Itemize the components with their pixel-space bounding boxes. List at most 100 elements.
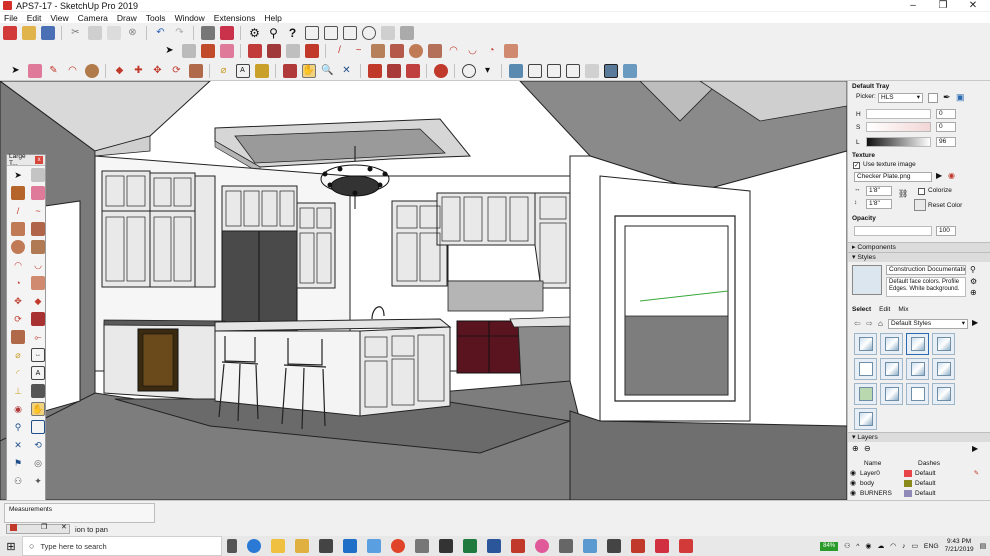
print-icon[interactable] bbox=[200, 25, 215, 40]
s-input[interactable]: 0 bbox=[936, 122, 956, 132]
style-swatch[interactable] bbox=[932, 383, 955, 405]
app-icon[interactable] bbox=[415, 539, 429, 553]
maximize-button[interactable]: ❐ bbox=[928, 0, 958, 11]
app-icon[interactable] bbox=[583, 539, 597, 553]
dimension-icon[interactable]: ↔ bbox=[31, 348, 45, 362]
warehouse-icon[interactable] bbox=[247, 44, 262, 58]
shapes-icon[interactable] bbox=[84, 63, 99, 78]
eraser-icon[interactable] bbox=[31, 186, 45, 200]
pan-icon[interactable]: ✋ bbox=[301, 63, 316, 78]
layers-panel-icon[interactable] bbox=[323, 25, 338, 40]
app-icon[interactable] bbox=[631, 539, 645, 553]
eye-icon[interactable]: ◉ bbox=[850, 489, 860, 497]
opacity-slider[interactable] bbox=[854, 226, 932, 236]
style-swatch[interactable] bbox=[880, 383, 903, 405]
app-icon[interactable] bbox=[367, 539, 381, 553]
outliner-icon[interactable] bbox=[342, 25, 357, 40]
scale-icon[interactable] bbox=[188, 63, 203, 78]
orbit-icon[interactable]: ◉ bbox=[11, 402, 25, 416]
sketchup-taskbar-icon[interactable] bbox=[679, 539, 693, 553]
saturation-slider[interactable] bbox=[866, 122, 931, 132]
texture-width-input[interactable]: 1'8" bbox=[866, 186, 892, 196]
arc-icon[interactable]: ◠ bbox=[11, 258, 25, 272]
photos-icon[interactable] bbox=[607, 539, 621, 553]
style-icon[interactable] bbox=[380, 25, 395, 40]
style-swatch[interactable] bbox=[932, 358, 955, 380]
redo-icon[interactable]: ↷ bbox=[173, 26, 187, 40]
l-input[interactable]: 96 bbox=[936, 137, 956, 147]
rectangle-icon[interactable] bbox=[370, 44, 385, 58]
help-icon[interactable]: ? bbox=[286, 26, 300, 40]
3d-text-icon[interactable] bbox=[31, 384, 45, 398]
freehand-icon[interactable]: ~ bbox=[31, 204, 45, 218]
chrome-icon[interactable] bbox=[391, 539, 405, 553]
arc-tool-icon[interactable]: ◠ bbox=[66, 64, 80, 78]
xray-icon[interactable] bbox=[508, 63, 523, 78]
pan-icon[interactable]: ✋ bbox=[31, 402, 45, 416]
style-collection-select[interactable]: Default Styles ▾ bbox=[888, 319, 968, 329]
previous-view-icon[interactable]: ⟲ bbox=[31, 438, 45, 452]
chevron-up-icon[interactable]: ^ bbox=[856, 543, 859, 550]
layout-icon[interactable] bbox=[304, 25, 319, 40]
share-component-icon[interactable] bbox=[405, 63, 420, 78]
styles-section-header[interactable]: ▾ Styles bbox=[848, 252, 990, 262]
style-options-icon[interactable]: ⊕ bbox=[970, 288, 977, 297]
forward-arrow-icon[interactable]: ⇨ bbox=[866, 319, 873, 328]
paint-bucket-icon[interactable]: ▣ bbox=[956, 92, 965, 103]
component-icon[interactable] bbox=[181, 44, 196, 58]
link-aspect-icon[interactable]: ⛓ bbox=[898, 189, 908, 198]
picker-select[interactable]: HLS ▾ bbox=[878, 93, 923, 103]
reset-color-button[interactable] bbox=[914, 199, 926, 211]
layer-row[interactable]: ◉ BURNERS Default bbox=[850, 488, 988, 498]
push-pull-icon[interactable]: ◆ bbox=[113, 64, 127, 78]
gear-icon[interactable]: ⚙ bbox=[248, 26, 262, 40]
add-layer-icon[interactable]: ⊕ bbox=[852, 444, 859, 453]
text-tool-icon[interactable]: A bbox=[235, 63, 250, 78]
copy-icon[interactable] bbox=[87, 25, 102, 40]
create-style-icon[interactable]: ⚙ bbox=[970, 277, 977, 286]
make-component-icon[interactable] bbox=[31, 168, 45, 182]
zoom-window-icon[interactable] bbox=[31, 420, 45, 434]
tab-select[interactable]: Select bbox=[852, 306, 871, 313]
monochrome-icon[interactable] bbox=[622, 63, 637, 78]
close-button[interactable]: ✕ bbox=[958, 0, 988, 11]
two-point-arc-icon[interactable]: ◡ bbox=[466, 44, 480, 58]
style-swatch[interactable] bbox=[906, 358, 929, 380]
menu-tools[interactable]: Tools bbox=[146, 13, 166, 23]
layer-row[interactable]: ◉ body Default bbox=[850, 478, 988, 488]
browse-folder-icon[interactable]: ▶ bbox=[936, 171, 942, 180]
minimize-button[interactable]: – bbox=[898, 0, 928, 11]
cloud-icon[interactable]: ☁ bbox=[877, 542, 884, 550]
app-icon[interactable] bbox=[439, 539, 453, 553]
tab-mix[interactable]: Mix bbox=[898, 306, 908, 313]
warehouse-large-icon[interactable] bbox=[367, 63, 382, 78]
edge-browser-icon[interactable] bbox=[343, 539, 357, 553]
use-texture-checkbox[interactable]: ✓ bbox=[853, 162, 860, 169]
walk-icon[interactable]: ⚇ bbox=[11, 474, 25, 488]
push-pull-icon[interactable]: ◆ bbox=[31, 294, 45, 308]
rotated-rectangle-icon[interactable] bbox=[31, 222, 45, 236]
zoom-extents-icon[interactable]: ✕ bbox=[11, 438, 25, 452]
tool-set-close-button[interactable]: x bbox=[35, 156, 43, 164]
style-swatch-selected[interactable] bbox=[906, 333, 929, 355]
model-viewport[interactable] bbox=[0, 81, 847, 500]
rotated-rectangle-icon[interactable] bbox=[389, 44, 404, 58]
cut-icon[interactable]: ✂ bbox=[69, 26, 83, 40]
wifi-icon[interactable]: ◠ bbox=[890, 542, 896, 550]
sample-paint-icon[interactable]: ✒ bbox=[943, 92, 951, 103]
tool-set-header[interactable]: Large T... x bbox=[7, 153, 45, 167]
save-icon[interactable] bbox=[40, 25, 55, 40]
polygon-icon[interactable] bbox=[31, 240, 45, 254]
rectangle-icon[interactable] bbox=[11, 222, 25, 236]
taskbar-clock[interactable]: 9:43 PM 7/21/2019 bbox=[945, 538, 974, 554]
account-icon[interactable] bbox=[461, 63, 476, 78]
task-view-icon[interactable] bbox=[227, 539, 237, 553]
open-folder-icon[interactable] bbox=[21, 25, 36, 40]
axes-icon[interactable]: ⊥ bbox=[11, 384, 25, 398]
chevron-down-icon[interactable]: ▾ bbox=[481, 64, 495, 78]
orbit-icon[interactable] bbox=[282, 63, 297, 78]
texture-height-input[interactable]: 1'8" bbox=[866, 199, 892, 209]
network-icon[interactable]: ◉ bbox=[865, 542, 871, 550]
tab-edit[interactable]: Edit bbox=[879, 306, 890, 313]
battery-indicator[interactable]: 84% bbox=[820, 541, 839, 551]
